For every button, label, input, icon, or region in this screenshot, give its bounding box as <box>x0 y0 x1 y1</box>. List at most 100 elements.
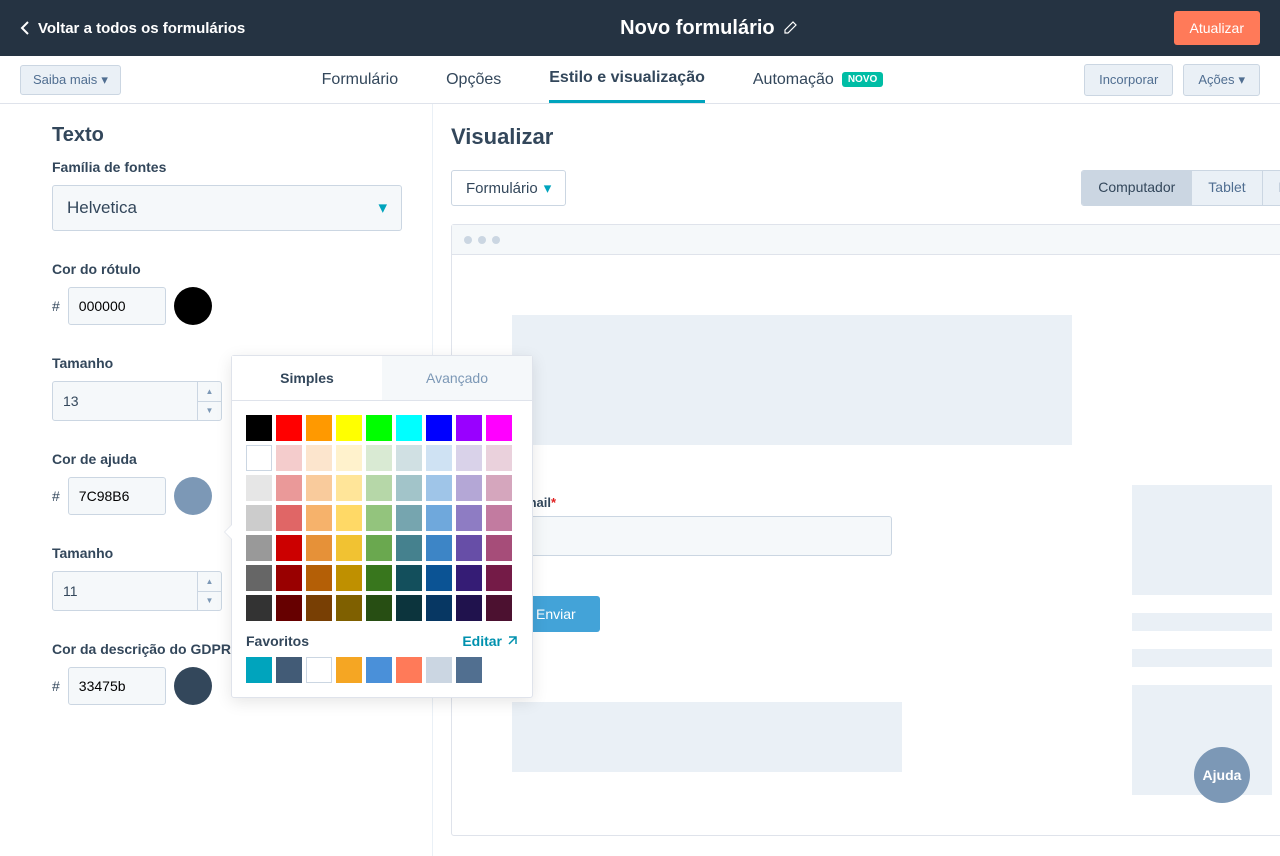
color-swatch[interactable] <box>396 415 422 441</box>
help-button[interactable]: Ajuda <box>1194 747 1250 803</box>
step-up-icon[interactable]: ▲ <box>198 572 221 592</box>
color-swatch[interactable] <box>306 535 332 561</box>
size1-stepper[interactable]: 13 ▲▼ <box>52 381 222 421</box>
size2-stepper[interactable]: 11 ▲▼ <box>52 571 222 611</box>
device-mobile[interactable]: Móvel <box>1263 171 1280 205</box>
tab-options[interactable]: Opções <box>446 56 501 103</box>
color-swatch[interactable] <box>396 475 422 501</box>
color-swatch[interactable] <box>276 505 302 531</box>
color-swatch[interactable] <box>486 475 512 501</box>
color-swatch[interactable] <box>276 595 302 621</box>
favorite-color-swatch[interactable] <box>456 657 482 683</box>
email-field[interactable] <box>512 516 892 556</box>
color-swatch[interactable] <box>486 415 512 441</box>
color-swatch[interactable] <box>396 445 422 471</box>
color-swatch[interactable] <box>246 595 272 621</box>
color-swatch[interactable] <box>336 505 362 531</box>
device-desktop[interactable]: Computador <box>1082 171 1192 205</box>
color-swatch[interactable] <box>246 505 272 531</box>
color-swatch[interactable] <box>276 565 302 591</box>
color-swatch[interactable] <box>426 535 452 561</box>
color-swatch[interactable] <box>456 505 482 531</box>
color-swatch[interactable] <box>276 475 302 501</box>
color-swatch[interactable] <box>306 505 332 531</box>
color-swatch[interactable] <box>276 415 302 441</box>
color-swatch[interactable] <box>336 445 362 471</box>
color-swatch[interactable] <box>336 415 362 441</box>
color-swatch[interactable] <box>246 565 272 591</box>
color-swatch[interactable] <box>276 445 302 471</box>
color-swatch[interactable] <box>336 565 362 591</box>
tab-form[interactable]: Formulário <box>322 56 398 103</box>
color-swatch[interactable] <box>456 415 482 441</box>
color-swatch[interactable] <box>366 475 392 501</box>
favorite-color-swatch[interactable] <box>306 657 332 683</box>
color-swatch[interactable] <box>246 475 272 501</box>
color-swatch[interactable] <box>426 445 452 471</box>
color-swatch[interactable] <box>306 445 332 471</box>
color-swatch[interactable] <box>486 595 512 621</box>
color-swatch[interactable] <box>396 565 422 591</box>
picker-tab-simple[interactable]: Simples <box>232 356 382 400</box>
color-swatch[interactable] <box>426 595 452 621</box>
color-swatch[interactable] <box>456 535 482 561</box>
step-down-icon[interactable]: ▼ <box>198 402 221 421</box>
color-swatch[interactable] <box>306 475 332 501</box>
color-swatch[interactable] <box>246 415 272 441</box>
help-color-swatch[interactable] <box>174 477 212 515</box>
edit-title-icon[interactable] <box>783 19 799 38</box>
color-swatch[interactable] <box>306 595 332 621</box>
tab-style[interactable]: Estilo e visualização <box>549 56 705 103</box>
label-color-input[interactable] <box>68 287 166 325</box>
color-swatch[interactable] <box>366 415 392 441</box>
actions-button[interactable]: Ações ▾ <box>1183 64 1260 96</box>
gdpr-color-input[interactable] <box>68 667 166 705</box>
back-link[interactable]: Voltar a todos os formulários <box>20 20 245 37</box>
color-swatch[interactable] <box>456 445 482 471</box>
color-swatch[interactable] <box>366 505 392 531</box>
color-swatch[interactable] <box>426 415 452 441</box>
color-swatch[interactable] <box>336 475 362 501</box>
font-family-select[interactable]: Helvetica ▾ <box>52 185 402 231</box>
color-swatch[interactable] <box>456 565 482 591</box>
favorite-color-swatch[interactable] <box>246 657 272 683</box>
color-swatch[interactable] <box>456 595 482 621</box>
favorite-color-swatch[interactable] <box>276 657 302 683</box>
color-swatch[interactable] <box>366 535 392 561</box>
picker-tab-advanced[interactable]: Avançado <box>382 356 532 400</box>
color-swatch[interactable] <box>306 415 332 441</box>
color-swatch[interactable] <box>426 565 452 591</box>
help-color-input[interactable] <box>68 477 166 515</box>
favorite-color-swatch[interactable] <box>366 657 392 683</box>
color-swatch[interactable] <box>396 535 422 561</box>
color-swatch[interactable] <box>486 445 512 471</box>
color-swatch[interactable] <box>336 535 362 561</box>
edit-favorites-link[interactable]: Editar <box>462 633 518 649</box>
label-color-swatch[interactable] <box>174 287 212 325</box>
favorite-color-swatch[interactable] <box>336 657 362 683</box>
device-tablet[interactable]: Tablet <box>1192 171 1262 205</box>
gdpr-color-swatch[interactable] <box>174 667 212 705</box>
color-swatch[interactable] <box>396 505 422 531</box>
favorite-color-swatch[interactable] <box>396 657 422 683</box>
tab-automation[interactable]: Automação NOVO <box>753 56 883 103</box>
step-down-icon[interactable]: ▼ <box>198 592 221 611</box>
color-swatch[interactable] <box>246 445 272 471</box>
preview-dropdown[interactable]: Formulário ▾ <box>451 170 566 206</box>
color-swatch[interactable] <box>366 565 392 591</box>
color-swatch[interactable] <box>486 565 512 591</box>
step-up-icon[interactable]: ▲ <box>198 382 221 402</box>
color-swatch[interactable] <box>276 535 302 561</box>
color-swatch[interactable] <box>336 595 362 621</box>
color-swatch[interactable] <box>486 535 512 561</box>
color-swatch[interactable] <box>486 505 512 531</box>
color-swatch[interactable] <box>306 565 332 591</box>
color-swatch[interactable] <box>246 535 272 561</box>
favorite-color-swatch[interactable] <box>426 657 452 683</box>
learn-more-button[interactable]: Saiba mais ▾ <box>20 65 121 95</box>
color-swatch[interactable] <box>366 595 392 621</box>
color-swatch[interactable] <box>456 475 482 501</box>
color-swatch[interactable] <box>426 475 452 501</box>
color-swatch[interactable] <box>366 445 392 471</box>
color-swatch[interactable] <box>426 505 452 531</box>
